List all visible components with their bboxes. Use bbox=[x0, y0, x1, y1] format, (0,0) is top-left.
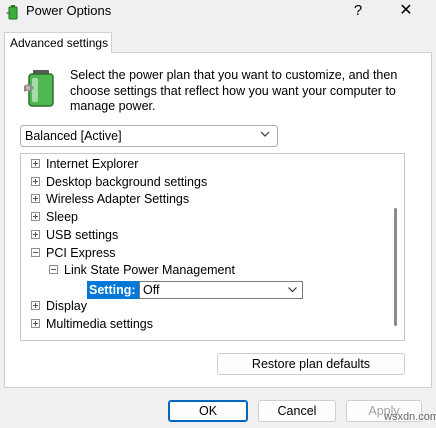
tree-item-multimedia[interactable]: Multimedia settings bbox=[31, 316, 153, 333]
expand-icon[interactable] bbox=[31, 319, 40, 329]
watermark: wsxdn.com bbox=[384, 411, 436, 423]
power-options-icon bbox=[6, 5, 18, 20]
vertical-scrollbar[interactable] bbox=[394, 208, 397, 326]
tree-item-display[interactable]: Display bbox=[31, 298, 87, 315]
settings-tree[interactable]: Internet Explorer Desktop background set… bbox=[20, 153, 405, 341]
expand-icon[interactable] bbox=[31, 301, 40, 311]
expand-icon[interactable] bbox=[31, 212, 40, 222]
tree-item-sleep[interactable]: Sleep bbox=[31, 209, 78, 226]
window-title: Power Options bbox=[26, 3, 112, 18]
collapse-icon[interactable] bbox=[31, 248, 40, 258]
ok-button[interactable]: OK bbox=[168, 400, 248, 422]
tree-item-label: Desktop background settings bbox=[46, 175, 208, 189]
setting-label: Setting: bbox=[87, 281, 139, 299]
tab-advanced-settings[interactable]: Advanced settings bbox=[4, 32, 112, 53]
collapse-icon[interactable] bbox=[49, 265, 58, 275]
cancel-button[interactable]: Cancel bbox=[258, 400, 336, 422]
restore-plan-defaults-button[interactable]: Restore plan defaults bbox=[217, 353, 405, 375]
battery-icon bbox=[24, 70, 54, 107]
expand-icon[interactable] bbox=[31, 159, 40, 169]
help-button[interactable]: ? bbox=[350, 0, 366, 22]
tree-item-label: USB settings bbox=[46, 228, 119, 242]
expand-icon[interactable] bbox=[31, 230, 40, 240]
tree-item-label: Link State Power Management bbox=[64, 263, 235, 277]
tree-item-label: Display bbox=[46, 299, 87, 313]
close-button[interactable]: ✕ bbox=[396, 0, 416, 22]
tree-item-label: PCI Express bbox=[46, 246, 116, 260]
tree-item-label: Multimedia settings bbox=[46, 317, 153, 331]
expand-icon[interactable] bbox=[31, 194, 40, 204]
tree-item-label: Internet Explorer bbox=[46, 157, 139, 171]
tree-item-desktop-background[interactable]: Desktop background settings bbox=[31, 174, 207, 191]
setting-dropdown[interactable]: Off bbox=[139, 281, 303, 299]
tree-item-wireless-adapter[interactable]: Wireless Adapter Settings bbox=[31, 191, 189, 208]
tree-item-link-state-power[interactable]: Link State Power Management bbox=[49, 262, 235, 279]
power-plan-value: Balanced [Active] bbox=[25, 129, 122, 143]
chevron-down-icon bbox=[288, 287, 297, 293]
tree-item-label: Sleep bbox=[46, 210, 78, 224]
title-bar: Power Options ? ✕ bbox=[0, 0, 436, 26]
chevron-down-icon bbox=[260, 131, 270, 137]
expand-icon[interactable] bbox=[31, 177, 40, 187]
description-text: Select the power plan that you want to c… bbox=[70, 68, 398, 113]
power-plan-dropdown[interactable]: Balanced [Active] bbox=[20, 125, 278, 147]
tree-item-pci-express[interactable]: PCI Express bbox=[31, 245, 115, 262]
tree-item-label: Wireless Adapter Settings bbox=[46, 192, 190, 206]
tree-item-usb-settings[interactable]: USB settings bbox=[31, 227, 118, 244]
setting-value: Off bbox=[143, 283, 160, 297]
tree-item-internet-explorer[interactable]: Internet Explorer bbox=[31, 156, 138, 173]
